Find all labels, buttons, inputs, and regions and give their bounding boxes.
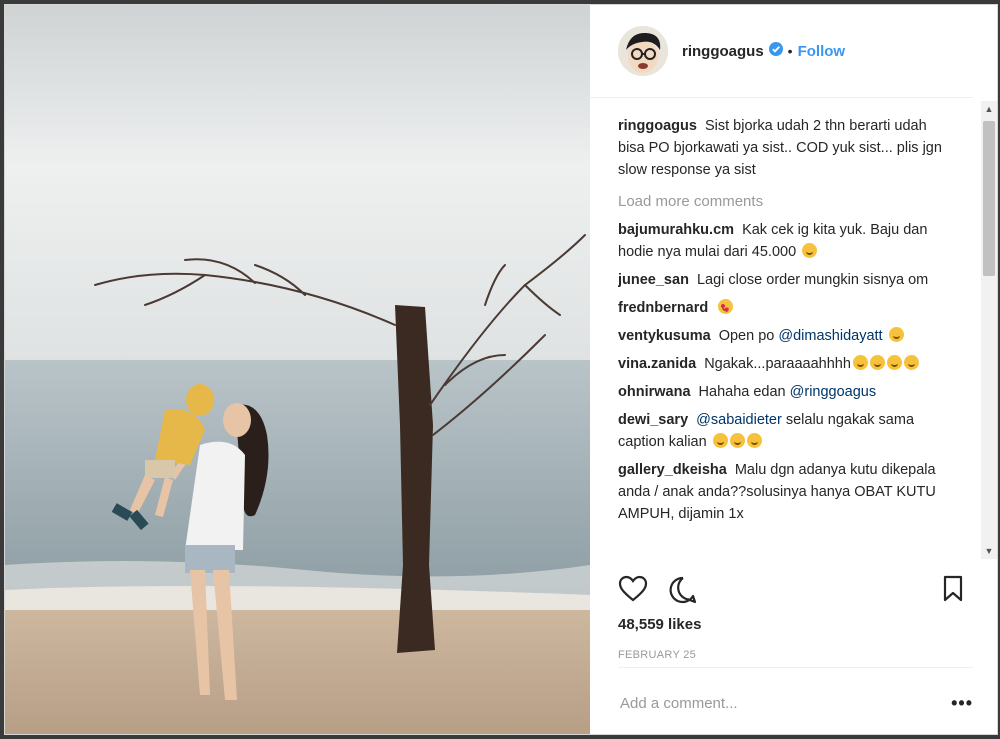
comments-panel: ringgoagus • Follow ringgoagus Sist bjor… [590, 5, 997, 734]
likes-count[interactable]: 48,559 likes [618, 616, 701, 633]
comment-text: Lagi close order mungkin sisnya om [696, 272, 929, 288]
comment-item: ventykusuma Open po @dimashidayatt [618, 325, 948, 347]
comment-text: Ngakak...paraaaahhhh [704, 356, 851, 372]
header-separator: • [787, 43, 793, 59]
comment-username[interactable]: junee_san [618, 272, 693, 288]
comment-username[interactable]: ohnirwana [618, 384, 695, 400]
comment-username[interactable]: bajumurahku.cm [618, 222, 738, 238]
more-options-icon[interactable]: ••• [951, 693, 973, 714]
heart-icon[interactable] [618, 575, 648, 608]
avatar-image [618, 26, 668, 76]
scrollbar-thumb[interactable] [983, 121, 995, 276]
add-comment-bar: ••• [618, 667, 973, 738]
scroll-down-arrow-icon[interactable]: ▼ [981, 543, 997, 559]
comment-item: bajumurahku.cm Kak cek ig kita yuk. Baju… [618, 219, 948, 263]
mention-link[interactable]: @ringgoagus [790, 384, 876, 400]
comment-text: Hahaha edan [698, 384, 786, 400]
laughing-emoji-icon [886, 355, 902, 370]
comment-icon[interactable] [668, 575, 698, 610]
comment-list[interactable]: ringgoagus Sist bjorka udah 2 thn berart… [618, 115, 948, 560]
follow-button[interactable]: Follow [798, 43, 846, 60]
action-bar [618, 575, 964, 610]
comment-item: dewi_sary @sabaidieter selalu ngakak sam… [618, 409, 948, 453]
author-username[interactable]: ringgoagus [682, 43, 764, 60]
comment-item: gallery_dkeisha Malu dgn adanya kutu dik… [618, 459, 948, 525]
laughing-emoji-icon [903, 355, 919, 370]
comment-username[interactable]: gallery_dkeisha [618, 462, 731, 478]
laughing-emoji-icon [746, 433, 762, 448]
comment-item: junee_san Lagi close order mungkin sisny… [618, 269, 948, 291]
post-photo[interactable] [5, 5, 590, 734]
verified-badge-icon [768, 41, 783, 61]
mention-link[interactable]: @dimashidayatt [778, 328, 882, 344]
add-comment-input[interactable] [618, 693, 952, 713]
load-more-comments-link[interactable]: Load more comments [618, 191, 948, 213]
bookmark-icon[interactable] [942, 575, 964, 608]
smile-emoji-icon [802, 243, 818, 258]
laughing-emoji-icon [869, 355, 885, 370]
beach-photo [5, 5, 590, 734]
mention-link[interactable]: @sabaidieter [696, 412, 782, 428]
caption-username[interactable]: ringgoagus [618, 118, 701, 134]
post-header: ringgoagus • Follow [590, 5, 973, 98]
scroll-up-arrow-icon[interactable]: ▲ [981, 101, 997, 117]
comment-item: ohnirwana Hahaha edan @ringgoagus [618, 381, 948, 403]
comment-username[interactable]: ventykusuma [618, 328, 715, 344]
caption: ringgoagus Sist bjorka udah 2 thn berart… [618, 115, 948, 181]
post-modal: ringgoagus • Follow ringgoagus Sist bjor… [4, 4, 998, 735]
laughing-emoji-icon [729, 433, 745, 448]
laughing-emoji-icon [888, 327, 904, 342]
comment-username[interactable]: dewi_sary [618, 412, 692, 428]
comment-username[interactable]: frednbernard [618, 300, 712, 316]
laughing-emoji-icon [712, 433, 728, 448]
comment-item: frednbernard [618, 297, 948, 319]
laughing-emoji-icon [852, 355, 868, 370]
heart-eyes-emoji-icon [718, 299, 734, 314]
comment-text: Open po [718, 328, 775, 344]
comment-username[interactable]: vina.zanida [618, 356, 700, 372]
comments-scrollbar[interactable]: ▲ ▼ [981, 101, 997, 559]
post-date[interactable]: FEBRUARY 25 [618, 649, 696, 661]
comment-item: vina.zanida Ngakak...paraaaahhhh [618, 353, 948, 375]
avatar[interactable] [618, 26, 668, 76]
